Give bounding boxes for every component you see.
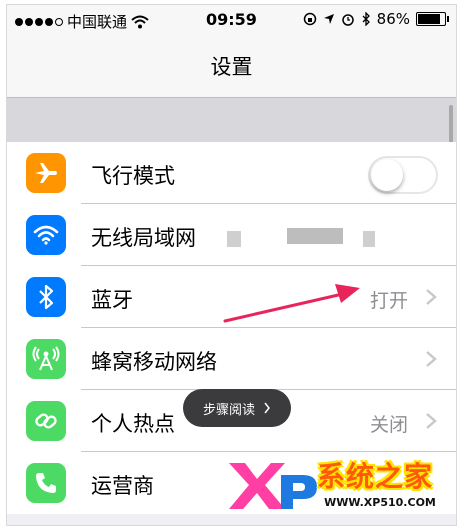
toast-label: 步骤阅读: [202, 402, 255, 418]
watermark-logo: [229, 463, 317, 509]
chevron-right-icon: [264, 402, 270, 414]
watermark-name: 系统之家: [317, 460, 434, 493]
step-reading-button[interactable]: 步骤阅读: [183, 389, 291, 427]
annotation-arrow: [223, 284, 360, 323]
phone-screen: 中国联通 09:59 86% 设置 飞行模式 无线局域网 蓝牙 打开 蜂窝移动网…: [6, 4, 457, 526]
watermark-url: WWW.XP510.COM: [317, 492, 443, 512]
